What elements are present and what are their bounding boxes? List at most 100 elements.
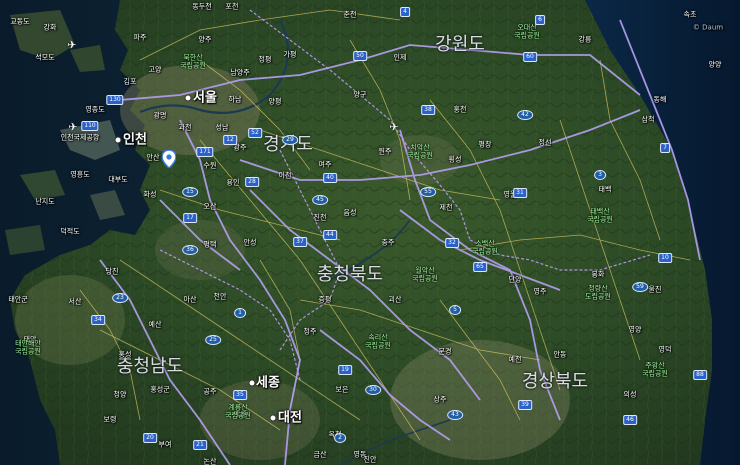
city-label[interactable]: 속초 <box>684 11 697 19</box>
city-label[interactable]: 태백 <box>599 186 612 194</box>
airport-icon[interactable]: ✈ <box>389 121 398 134</box>
sejong-marker[interactable] <box>248 379 256 387</box>
city-label[interactable]: 홍천 <box>454 106 467 114</box>
city-label[interactable]: 음성 <box>344 209 357 217</box>
city-label[interactable]: 교동도 <box>10 18 29 26</box>
city-label[interactable]: 청양 <box>114 391 127 399</box>
park-label[interactable]: 태백산 국립공원 <box>587 207 613 223</box>
city-label[interactable]: 영종도 <box>85 106 104 114</box>
city-label[interactable]: 동해 <box>654 96 667 104</box>
city-label[interactable]: 금산 <box>314 451 327 459</box>
airport-icon[interactable]: ✈ <box>68 121 77 134</box>
city-label[interactable]: 양양 <box>709 61 722 69</box>
city-label[interactable]: 영주 <box>534 288 547 296</box>
city-label[interactable]: 양구 <box>354 91 367 99</box>
city-label-daejeon[interactable]: 대전 <box>278 412 302 425</box>
city-label[interactable]: 당진 <box>106 268 119 276</box>
city-label[interactable]: 대부도 <box>108 176 127 184</box>
city-label[interactable]: 천안 <box>214 293 227 301</box>
city-label[interactable]: 남양주 <box>230 69 249 77</box>
city-label[interactable]: 고양 <box>149 66 162 74</box>
city-label[interactable]: 정선 <box>539 139 552 147</box>
park-label[interactable]: 속리산 국립공원 <box>365 333 391 349</box>
city-label[interactable]: 강화 <box>44 24 57 32</box>
city-label[interactable]: 난지도 <box>35 198 54 206</box>
city-label[interactable]: 논산 <box>204 458 217 465</box>
city-label[interactable]: 용인 <box>227 179 240 187</box>
daejeon-marker[interactable] <box>269 414 277 422</box>
city-label[interactable]: 인제 <box>394 54 407 62</box>
city-label[interactable]: 강릉 <box>579 36 592 44</box>
city-label[interactable]: 광주 <box>234 144 247 152</box>
city-label[interactable]: 이천 <box>279 172 292 180</box>
city-label[interactable]: 원주 <box>379 148 392 156</box>
park-label[interactable]: 태안해안 국립공원 <box>15 339 41 355</box>
city-label[interactable]: 화성 <box>144 191 157 199</box>
city-label-seoul[interactable]: 서울 <box>193 92 217 105</box>
satellite-map[interactable]: 강원도 경기도 충청북도 충청남도 경상북도 서울 인천 대전 세종 ✈ ✈ ✈… <box>0 0 740 465</box>
city-label[interactable]: 수원 <box>204 162 217 170</box>
city-label[interactable]: 증평 <box>319 296 332 304</box>
park-label[interactable]: 월악산 국립공원 <box>412 266 438 282</box>
city-label[interactable]: 단양 <box>509 276 522 284</box>
city-label[interactable]: 아산 <box>184 296 197 304</box>
city-label[interactable]: 보은 <box>336 386 349 394</box>
city-label[interactable]: 청주 <box>304 328 317 336</box>
city-label[interactable]: 홍성군 <box>150 386 169 394</box>
city-label[interactable]: 봉화 <box>592 271 605 279</box>
park-label[interactable]: 소백산 국립공원 <box>472 239 498 255</box>
city-label[interactable]: 인천국제공항 <box>61 134 100 142</box>
city-label[interactable]: 석모도 <box>35 54 54 62</box>
city-label[interactable]: 상주 <box>434 396 447 404</box>
city-label[interactable]: 평택 <box>204 241 217 249</box>
city-label[interactable]: 영양 <box>629 326 642 334</box>
city-label[interactable]: 안성 <box>244 239 257 247</box>
city-label[interactable]: 덕적도 <box>60 228 79 236</box>
city-label-incheon[interactable]: 인천 <box>123 134 147 147</box>
park-label[interactable]: 주왕산 국립공원 <box>642 361 668 377</box>
city-label[interactable]: 태안군 <box>8 296 27 304</box>
city-label[interactable]: 영흥도 <box>70 171 89 179</box>
city-label[interactable]: 양평 <box>269 98 282 106</box>
city-label[interactable]: 부여 <box>159 441 172 449</box>
city-label[interactable]: 삼척 <box>642 116 655 124</box>
city-label[interactable]: 예산 <box>149 321 162 329</box>
park-label[interactable]: 북한산 국립공원 <box>180 53 206 69</box>
city-label[interactable]: 성남 <box>216 124 229 132</box>
park-label[interactable]: 계룡산 국립공원 <box>225 403 251 419</box>
city-label[interactable]: 의성 <box>624 391 637 399</box>
city-label[interactable]: 횡성 <box>449 156 462 164</box>
city-label[interactable]: 동두천 <box>192 3 211 11</box>
city-label[interactable]: 춘천 <box>344 11 357 19</box>
city-label[interactable]: 예천 <box>509 356 522 364</box>
park-label[interactable]: 치악산 국립공원 <box>407 143 433 159</box>
city-label[interactable]: 홍성 <box>119 351 132 359</box>
city-label[interactable]: 문경 <box>439 348 452 356</box>
city-label-sejong[interactable]: 세종 <box>256 377 280 390</box>
city-label[interactable]: 충주 <box>382 239 395 247</box>
park-label[interactable]: 오대산 국립공원 <box>514 23 540 39</box>
city-label[interactable]: 보령 <box>104 416 117 424</box>
city-label[interactable]: 과천 <box>179 124 192 132</box>
seoul-marker[interactable] <box>184 94 192 102</box>
city-label[interactable]: 오산 <box>204 203 217 211</box>
city-label[interactable]: 영덕 <box>659 346 672 354</box>
city-label[interactable]: 서산 <box>69 298 82 306</box>
city-label[interactable]: 광명 <box>154 112 167 120</box>
city-label[interactable]: 안산 <box>147 154 160 162</box>
city-label[interactable]: 김포 <box>124 78 137 86</box>
city-label[interactable]: 진천 <box>314 214 327 222</box>
city-label[interactable]: 여주 <box>319 161 332 169</box>
airport-icon[interactable]: ✈ <box>67 39 76 52</box>
park-label[interactable]: 청량산 도립공원 <box>585 284 611 300</box>
city-label[interactable]: 포천 <box>226 3 239 11</box>
city-label[interactable]: 울진 <box>649 286 662 294</box>
city-label[interactable]: 제천 <box>440 204 453 212</box>
city-label[interactable]: 파주 <box>134 34 147 42</box>
city-label[interactable]: 가평 <box>284 51 297 59</box>
city-label[interactable]: 양주 <box>199 36 212 44</box>
city-label[interactable]: 평창 <box>479 141 492 149</box>
city-label[interactable]: 공주 <box>204 388 217 396</box>
city-label[interactable]: 괴산 <box>389 296 402 304</box>
city-label[interactable]: 진안 <box>364 456 377 464</box>
